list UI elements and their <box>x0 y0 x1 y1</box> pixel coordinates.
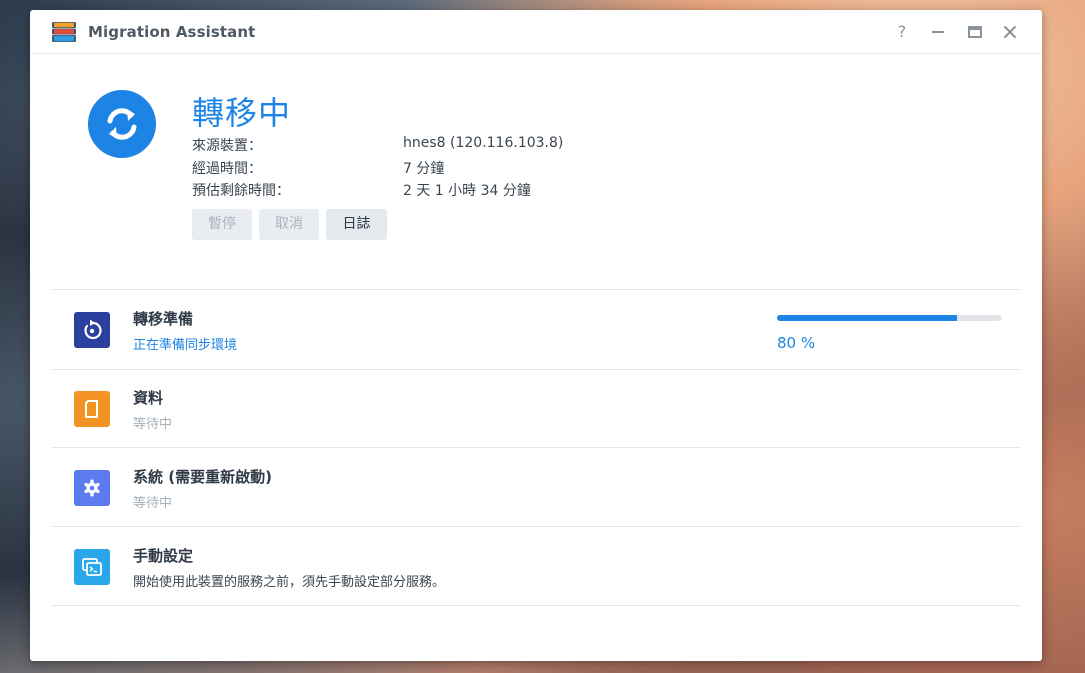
title-bar: Migration Assistant ? <box>30 10 1042 54</box>
task-status: 等待中 <box>133 417 173 432</box>
progress-bar <box>777 315 1002 321</box>
source-device-value: hnes8 (120.116.103.8) <box>403 135 564 151</box>
window-title: Migration Assistant <box>88 23 256 41</box>
migration-assistant-app-icon <box>52 22 76 42</box>
maximize-button[interactable] <box>965 22 985 42</box>
task-row-migration-prep: 轉移準備 正在準備同步環境 80 % <box>51 290 1021 368</box>
cancel-button[interactable]: 取消 <box>259 209 319 240</box>
task-status: 等待中 <box>133 496 173 511</box>
progress-percent: 80 % <box>777 334 816 352</box>
source-device-label: 來源裝置： <box>192 138 262 154</box>
minimize-icon <box>932 31 944 33</box>
divider <box>51 605 1021 606</box>
status-title: 轉移中 <box>192 94 292 132</box>
task-row-manual-settings: 手動設定 開始使用此裝置的服務之前，須先手動設定部分服務。 <box>51 527 1021 605</box>
document-icon <box>74 391 110 427</box>
progress-bar-fill <box>777 315 957 321</box>
elapsed-time-value: 7 分鐘 <box>403 161 445 177</box>
remaining-time-label: 預估剩餘時間： <box>192 183 290 199</box>
task-title: 系統 (需要重新啟動) <box>133 468 272 486</box>
task-row-system: 系統 (需要重新啟動) 等待中 <box>51 448 1021 526</box>
log-button[interactable]: 日誌 <box>326 209 387 240</box>
task-title: 轉移準備 <box>133 310 194 328</box>
elapsed-time-label: 經過時間： <box>192 161 262 177</box>
refresh-circle-icon <box>74 312 110 348</box>
task-title: 手動設定 <box>133 547 194 565</box>
close-icon <box>1004 26 1016 38</box>
maximize-icon <box>968 26 982 38</box>
remaining-time-value: 2 天 1 小時 34 分鐘 <box>403 183 531 199</box>
sync-status-icon <box>88 90 156 158</box>
task-title: 資料 <box>133 389 164 407</box>
task-status: 開始使用此裝置的服務之前，須先手動設定部分服務。 <box>133 575 446 590</box>
task-status: 正在準備同步環境 <box>133 338 238 353</box>
task-row-data: 資料 等待中 <box>51 369 1021 447</box>
close-button[interactable] <box>1000 22 1020 42</box>
terminal-window-icon <box>74 549 110 585</box>
minimize-button[interactable] <box>928 22 948 42</box>
gear-icon <box>74 470 110 506</box>
migration-assistant-window: Migration Assistant ? 轉移中 來源裝置： hnes8 (1… <box>30 10 1042 661</box>
pause-button[interactable]: 暫停 <box>192 209 252 240</box>
help-button[interactable]: ? <box>892 22 912 42</box>
